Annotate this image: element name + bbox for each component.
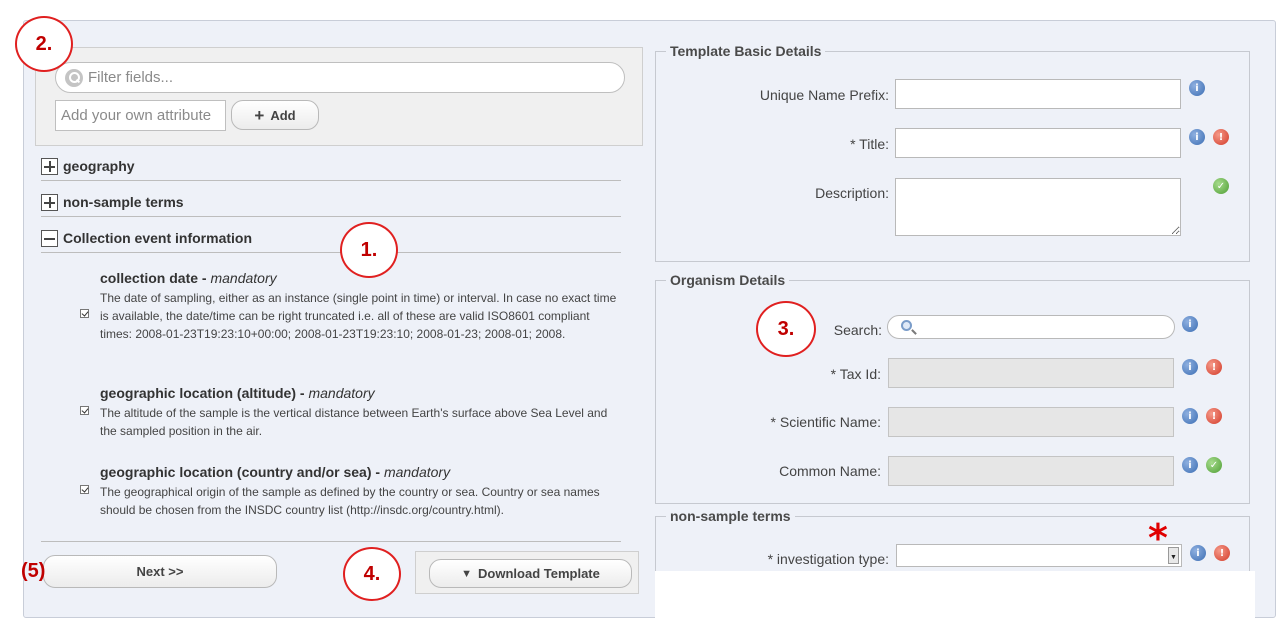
tax-id-input: [888, 358, 1174, 388]
error-icon[interactable]: !: [1206, 359, 1222, 375]
section-collection-event[interactable]: Collection event information: [41, 227, 621, 249]
field-geographic-altitude: geographic location (altitude) - mandato…: [76, 385, 621, 445]
common-name-label: Common Name:: [779, 463, 881, 479]
investigation-type-label: * investigation type:: [767, 551, 889, 567]
download-template-button[interactable]: ▼ Download Template: [429, 559, 632, 588]
field-title: geographic location (country and/or sea)…: [100, 464, 451, 480]
field-title: collection date - mandatory: [100, 270, 277, 286]
field-geographic-country: geographic location (country and/or sea)…: [76, 464, 621, 524]
section-non-sample-terms[interactable]: non-sample terms: [41, 191, 621, 213]
filter-search-field[interactable]: [55, 62, 625, 93]
error-icon[interactable]: !: [1214, 545, 1230, 561]
expand-icon[interactable]: [41, 193, 58, 211]
field-checkbox[interactable]: [80, 309, 89, 318]
section-label: Collection event information: [63, 230, 253, 246]
divider: [41, 252, 621, 253]
organism-search-input[interactable]: [920, 318, 1168, 336]
field-title: geographic location (altitude) - mandato…: [100, 385, 375, 401]
info-icon[interactable]: i: [1182, 316, 1198, 332]
panel-legend: Organism Details: [670, 272, 786, 288]
download-label: Download Template: [478, 566, 600, 581]
section-label: geography: [63, 158, 135, 174]
check-icon: ✓: [1213, 178, 1229, 194]
mandatory-tag: mandatory: [210, 270, 277, 286]
annotation-step-2: 2.: [15, 16, 73, 72]
organism-search-field[interactable]: [887, 315, 1175, 339]
field-checkbox[interactable]: [80, 406, 89, 415]
divider: [41, 541, 621, 542]
filter-panel: + Add: [35, 47, 643, 146]
error-icon[interactable]: !: [1213, 129, 1229, 145]
panel-legend: Template Basic Details: [670, 43, 822, 59]
title-label: * Title:: [850, 136, 889, 152]
filter-fields-input[interactable]: [86, 65, 616, 90]
divider: [41, 180, 621, 181]
annotation-step-5: (5): [21, 560, 46, 582]
add-attribute-button[interactable]: + Add: [231, 100, 319, 130]
info-icon[interactable]: i: [1182, 359, 1198, 375]
field-description: The date of sampling, either as an insta…: [100, 291, 617, 341]
divider: [41, 216, 621, 217]
search-icon: [901, 320, 912, 331]
panel-legend: non-sample terms: [670, 508, 791, 524]
info-icon[interactable]: i: [1189, 80, 1205, 96]
mandatory-tag: mandatory: [308, 385, 375, 401]
add-button-label: Add: [270, 107, 296, 123]
expand-icon[interactable]: [41, 157, 58, 175]
description-label: Description:: [815, 185, 889, 201]
info-icon[interactable]: i: [1182, 408, 1198, 424]
chevron-down-icon: ▼: [461, 567, 473, 580]
annotation-step-1: 1.: [340, 222, 398, 278]
scientific-name-label: * Scientific Name:: [770, 414, 881, 430]
dropdown-arrow-icon[interactable]: ▼: [1168, 547, 1179, 564]
description-textarea[interactable]: [895, 178, 1181, 236]
next-button[interactable]: Next >>: [43, 555, 277, 588]
field-checkbox[interactable]: [80, 485, 89, 494]
info-icon[interactable]: i: [1190, 545, 1206, 561]
investigation-type-select[interactable]: ▼: [896, 544, 1182, 567]
required-star-marker: *: [1148, 516, 1168, 560]
error-icon[interactable]: !: [1206, 408, 1222, 424]
prefix-label: Unique Name Prefix:: [759, 87, 889, 103]
annotation-step-3: 3.: [756, 301, 816, 357]
plus-icon: +: [254, 105, 265, 125]
field-description: The altitude of the sample is the vertic…: [100, 406, 608, 438]
section-geography[interactable]: geography: [41, 155, 621, 177]
common-name-input: [888, 456, 1174, 486]
info-icon[interactable]: i: [1182, 457, 1198, 473]
section-label: non-sample terms: [63, 194, 184, 210]
download-panel: ▼ Download Template: [415, 551, 639, 594]
check-icon: ✓: [1206, 457, 1222, 473]
prefix-input[interactable]: [895, 79, 1181, 109]
add-attribute-input[interactable]: [55, 100, 226, 131]
info-icon[interactable]: i: [1189, 129, 1205, 145]
title-input[interactable]: [895, 128, 1181, 158]
scientific-name-input: [888, 407, 1174, 437]
mandatory-tag: mandatory: [383, 464, 451, 480]
clip-overlay: [655, 571, 1255, 631]
collapse-icon[interactable]: [41, 229, 58, 247]
annotation-step-4: 4.: [343, 547, 401, 601]
tax-id-label: * Tax Id:: [830, 366, 881, 382]
search-icon: [65, 69, 83, 87]
field-collection-date: collection date - mandatory The date of …: [76, 270, 621, 365]
field-description: The geographical origin of the sample as…: [100, 485, 600, 517]
